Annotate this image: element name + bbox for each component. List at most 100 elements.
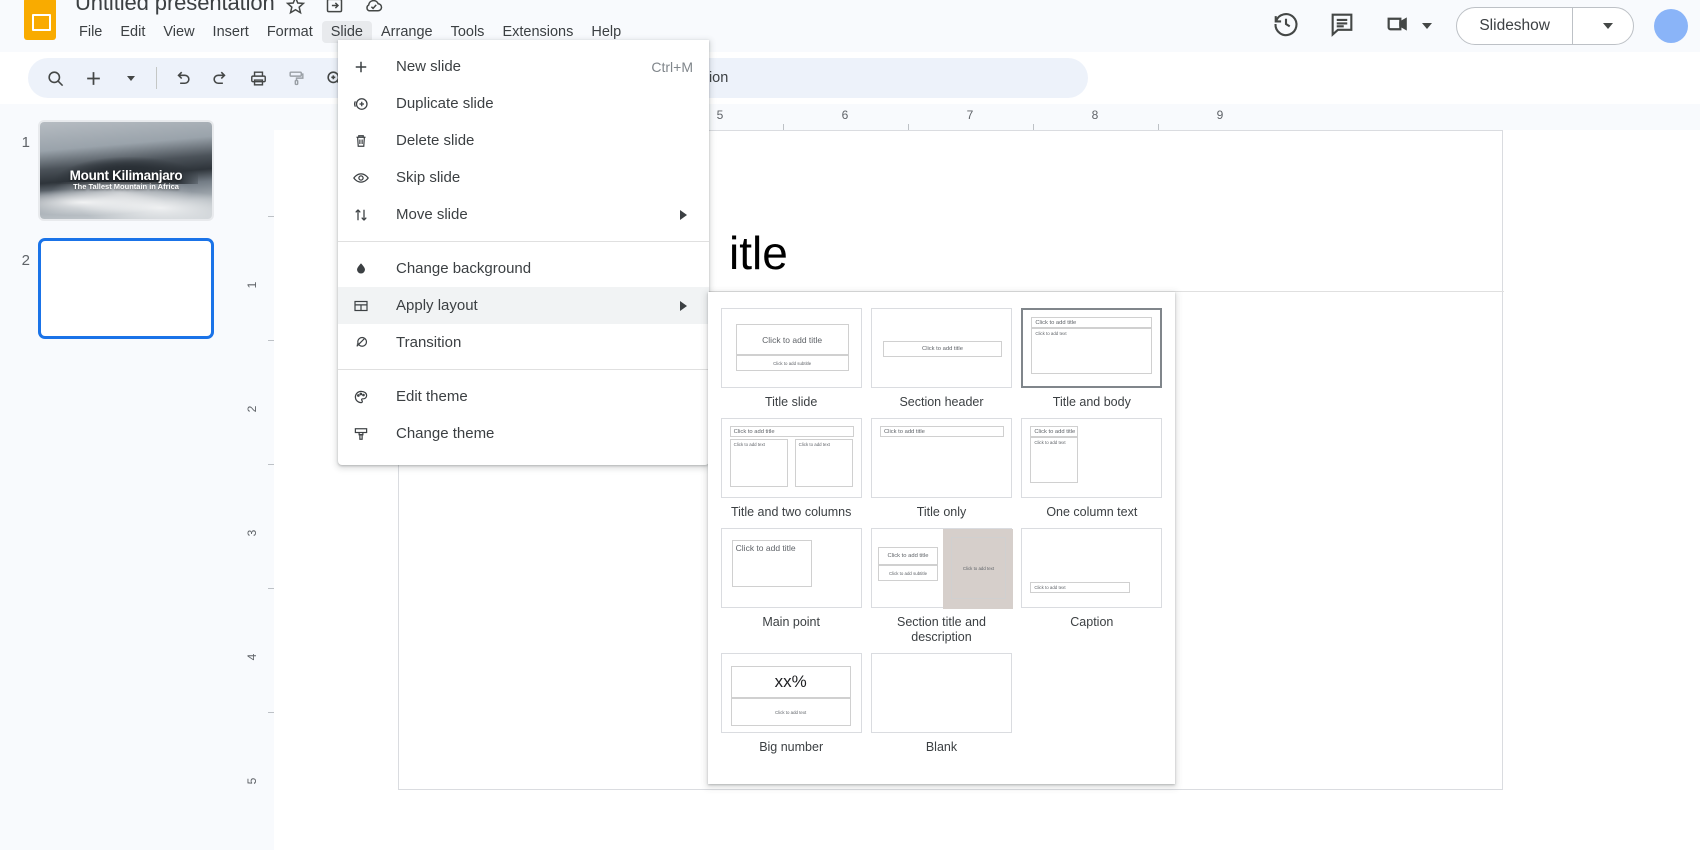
layout-placeholder: Click to add title [879, 426, 1004, 437]
slide-title-text[interactable]: itle [729, 226, 788, 280]
layout-option-big-number[interactable]: xx% Click to add text Big number [720, 653, 862, 755]
layout-option-caption[interactable]: Click to add text Caption [1021, 528, 1163, 645]
menu-item-label: Edit theme [396, 388, 468, 405]
layout-thumbnail[interactable]: Click to add title [870, 308, 1012, 388]
undo-icon[interactable] [163, 59, 201, 97]
menu-item-move-slide[interactable]: Move slide [338, 196, 709, 233]
top-bar: Untitled presentation File Edit View Ins… [0, 0, 1700, 52]
menu-item-duplicate-slide[interactable]: Duplicate slide [338, 85, 709, 122]
layout-thumbnail[interactable]: Click to add title Click to add subtitle [720, 308, 862, 388]
version-history-icon[interactable] [1272, 10, 1328, 43]
menu-item-label: Skip slide [396, 169, 461, 186]
menu-format[interactable]: Format [258, 21, 322, 43]
palette-icon [352, 387, 378, 407]
new-slide-icon[interactable] [74, 59, 112, 97]
slide-menu-dropdown[interactable]: New slide Ctrl+M Duplicate slide Delete … [338, 40, 709, 465]
paint-format-icon[interactable] [277, 59, 315, 97]
eye-icon [352, 168, 378, 188]
thumb-subtitle: The Tallest Mountain in Africa [73, 182, 179, 192]
layout-thumbnail[interactable]: Click to add title Click to add text [1021, 308, 1163, 388]
layout-option-label: Title slide [764, 395, 818, 409]
filmstrip-slide-1[interactable]: 1 Mount Kilimanjaro The Tallest Mountain… [0, 120, 248, 221]
layout-placeholder: Click to add text [730, 698, 851, 726]
filmstrip-slide-2[interactable]: 2 [0, 238, 248, 339]
ruler-tick-label: 6 [841, 108, 849, 122]
menu-insert[interactable]: Insert [204, 21, 258, 43]
menu-file[interactable]: File [70, 21, 111, 43]
move-to-folder-icon[interactable] [324, 0, 345, 16]
layout-thumbnail[interactable]: xx% Click to add text [720, 653, 862, 733]
layout-thumbnail[interactable]: Click to add title Click to add text [1021, 418, 1163, 498]
menu-item-change-background[interactable]: Change background [338, 250, 709, 287]
user-avatar[interactable] [1654, 9, 1688, 43]
apply-layout-submenu[interactable]: Click to add title Click to add subtitle T… [708, 292, 1175, 784]
slide-number: 1 [21, 134, 30, 151]
vertical-ruler[interactable]: 1 2 3 4 5 [245, 130, 274, 850]
menu-item-new-slide[interactable]: New slide Ctrl+M [338, 48, 709, 85]
layout-placeholder: Click to add title [731, 540, 812, 587]
layout-placeholder: Click to add title [1030, 426, 1079, 437]
menu-item-transition[interactable]: Transition [338, 324, 709, 361]
droplet-icon [352, 259, 378, 279]
meet-button[interactable] [1384, 10, 1433, 43]
layout-thumbnail[interactable]: Click to add title Click to add text Click… [720, 418, 862, 498]
layout-option-title-and-body[interactable]: Click to add title Click to add text Title… [1021, 308, 1163, 410]
menu-item-skip-slide[interactable]: Skip slide [338, 159, 709, 196]
layout-thumbnail[interactable]: Click to add title [870, 418, 1012, 498]
layout-grid: Click to add title Click to add subtitle T… [720, 308, 1163, 763]
placeholder-text: Click to add text [1034, 585, 1066, 590]
layout-option-label: One column text [1046, 505, 1138, 519]
menu-item-apply-layout[interactable]: Apply layout [338, 287, 709, 324]
layout-thumbnail[interactable]: Click to add title Click to add subtitle C… [870, 528, 1013, 609]
layout-icon [352, 296, 378, 316]
print-icon[interactable] [239, 59, 277, 97]
new-slide-dropdown-caret[interactable] [112, 59, 150, 97]
menu-view[interactable]: View [154, 21, 203, 43]
placeholder-text: Click to add text [1034, 440, 1066, 445]
layout-option-one-column-text[interactable]: Click to add title Click to add text One c… [1021, 418, 1163, 520]
layout-placeholder: Click to add title [735, 324, 849, 355]
menu-divider [338, 241, 709, 242]
placeholder-text: Click to add title [1034, 429, 1076, 435]
star-icon[interactable] [285, 0, 306, 16]
redo-icon[interactable] [201, 59, 239, 97]
layout-placeholder: Click to add title [1031, 317, 1153, 328]
slideshow-dropdown-caret[interactable] [1573, 23, 1633, 29]
slide-thumbnail[interactable]: Mount Kilimanjaro The Tallest Mountain i… [38, 120, 214, 221]
layout-option-title-slide[interactable]: Click to add title Click to add subtitle T… [720, 308, 862, 410]
plus-icon [352, 57, 378, 77]
comment-icon[interactable] [1328, 10, 1384, 43]
layout-option-title-only[interactable]: Click to add title Title only [870, 418, 1012, 520]
ruler-tick-label: 8 [1091, 108, 1099, 122]
layout-option-blank[interactable]: Blank [870, 653, 1012, 755]
layout-option-section-header[interactable]: Click to add title Section header [870, 308, 1012, 410]
menu-item-label: Delete slide [396, 132, 475, 149]
duplicate-slide-icon [352, 94, 378, 114]
layout-option-main-point[interactable]: Click to add title Main point [720, 528, 862, 645]
cloud-saved-icon[interactable] [363, 0, 384, 16]
slideshow-button[interactable]: Slideshow [1456, 7, 1634, 45]
move-slide-icon [352, 205, 378, 225]
placeholder-text: xx% [774, 672, 807, 691]
layout-placeholder: Click to add text [729, 439, 788, 487]
layout-placeholder: Click to add subtitle [877, 565, 938, 581]
slide-thumbnail-selected[interactable] [38, 238, 214, 339]
menu-edit[interactable]: Edit [111, 21, 154, 43]
layout-thumbnail[interactable]: Click to add title [720, 528, 862, 608]
slide-filmstrip[interactable]: 1 Mount Kilimanjaro The Tallest Mountain… [0, 104, 248, 850]
meet-dropdown-caret[interactable] [1422, 23, 1433, 29]
menu-item-shortcut: Ctrl+M [651, 58, 693, 75]
slides-logo-icon [24, 0, 56, 40]
layout-thumbnail[interactable]: Click to add text [1021, 528, 1163, 608]
menu-item-delete-slide[interactable]: Delete slide [338, 122, 709, 159]
layout-placeholder: Click to add text [950, 537, 1006, 599]
menu-item-edit-theme[interactable]: Edit theme [338, 378, 709, 415]
layout-option-section-title-desc[interactable]: Click to add title Click to add subtitle C… [870, 528, 1013, 645]
submenu-arrow-icon [680, 209, 687, 220]
menu-item-label: Change background [396, 260, 532, 277]
menu-item-change-theme[interactable]: Change theme [338, 415, 709, 452]
search-icon[interactable] [36, 59, 74, 97]
document-title[interactable]: Untitled presentation [75, 0, 275, 16]
layout-option-title-two-columns[interactable]: Click to add title Click to add text Click… [720, 418, 862, 520]
layout-thumbnail[interactable] [870, 653, 1012, 733]
